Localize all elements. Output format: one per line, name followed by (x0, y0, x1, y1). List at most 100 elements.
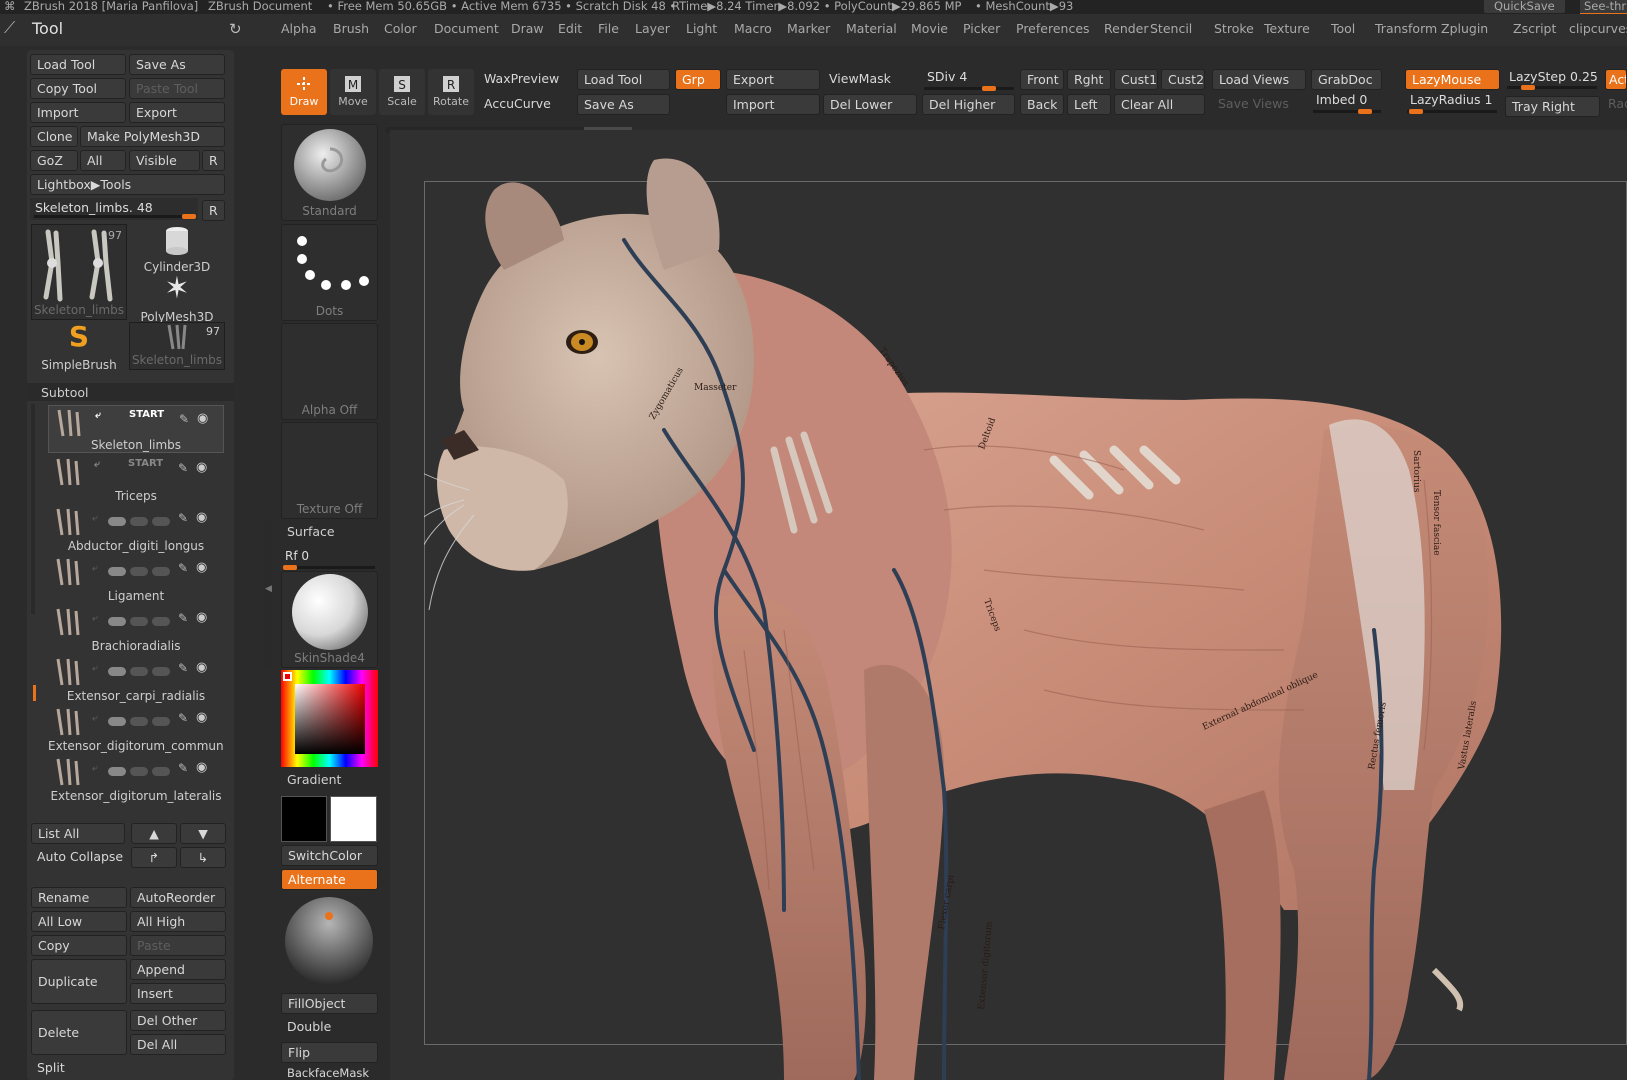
draw-mode-button[interactable]: Draw (281, 69, 327, 115)
scale-mode-button[interactable]: S Scale (379, 69, 425, 115)
menu-draw[interactable]: Draw (511, 21, 544, 36)
toggle-switch[interactable] (152, 517, 170, 526)
grabdoc-button[interactable]: GrabDoc (1311, 69, 1382, 90)
toggle-switch[interactable] (152, 667, 170, 676)
split-button[interactable]: Split (31, 1058, 127, 1079)
duplicate-button[interactable]: Duplicate (31, 959, 127, 1004)
tool-thumb-cylinder[interactable]: Cylinder3D (129, 224, 225, 274)
move-mode-button[interactable]: M Move (330, 69, 376, 115)
menu-picker[interactable]: Picker (963, 21, 1000, 36)
all-low-button[interactable]: All Low (31, 911, 127, 932)
toggle-switch[interactable] (108, 617, 126, 626)
lion-anatomy-model[interactable]: Trapezius Deltoid Triceps Sartorius Tens… (424, 150, 1627, 1080)
eye-visibility-icon[interactable]: ◉ (196, 510, 207, 525)
menu-edit[interactable]: Edit (558, 21, 582, 36)
left-view-button[interactable]: Left (1067, 94, 1111, 115)
menu-color[interactable]: Color (384, 21, 417, 36)
save-as-button[interactable]: Save As (129, 54, 225, 75)
tool-thumb-simplebrush[interactable]: S SimpleBrush (31, 322, 127, 373)
menu-macro[interactable]: Macro (734, 21, 772, 36)
delete-button[interactable]: Delete (31, 1010, 127, 1055)
paste-button[interactable]: Paste (130, 935, 226, 956)
del-all-button[interactable]: Del All (130, 1034, 226, 1055)
save-views-button[interactable]: Save Views (1212, 94, 1306, 115)
subtool-scrollbar[interactable] (31, 404, 35, 614)
eye-visibility-icon[interactable]: ◉ (197, 411, 208, 426)
move-up-button[interactable]: ▲ (131, 823, 177, 844)
sphere-preview[interactable] (281, 893, 378, 990)
activate-button[interactable]: Acti (1605, 69, 1627, 90)
menu-alpha[interactable]: Alpha (281, 21, 317, 36)
quicksave-button[interactable]: QuickSave (1484, 0, 1565, 13)
clear-all-views-button[interactable]: Clear All (1114, 94, 1205, 115)
load-tool-button[interactable]: Load Tool (30, 54, 126, 75)
menu-stroke[interactable]: Stroke (1214, 21, 1254, 36)
imbed-slider[interactable]: Imbed 0 (1311, 92, 1383, 114)
toggle-switch[interactable] (130, 517, 148, 526)
toggle-switch[interactable] (108, 567, 126, 576)
toggle-switch[interactable] (152, 567, 170, 576)
menu-material[interactable]: Material (846, 21, 897, 36)
menu-document[interactable]: Document (434, 21, 499, 36)
shelf-export-button[interactable]: Export (726, 69, 820, 90)
toggle-switch[interactable] (108, 767, 126, 776)
toggle-switch[interactable] (108, 517, 126, 526)
fillobject-button[interactable]: FillObject (281, 993, 378, 1014)
lazymouse-button[interactable]: LazyMouse (1405, 69, 1500, 90)
see-through-slider[interactable]: See-thr (1580, 0, 1627, 15)
secondary-color-swatch[interactable] (330, 796, 377, 842)
brush-edit-icon[interactable]: ✎ (178, 761, 188, 775)
clone-button[interactable]: Clone (30, 126, 78, 147)
main-color-swatch[interactable] (281, 796, 327, 842)
toggle-switch[interactable] (130, 667, 148, 676)
goz-button[interactable]: GoZ (30, 150, 78, 171)
backfacemask-button[interactable]: BackfaceMask (281, 1066, 378, 1080)
cust1-view-button[interactable]: Cust1 (1114, 69, 1158, 90)
toggle-switch[interactable] (130, 617, 148, 626)
surface-button[interactable]: Surface (281, 522, 378, 543)
paste-tool-button[interactable]: Paste Tool (129, 78, 225, 99)
goz-all-button[interactable]: All (80, 150, 126, 171)
shelf-load-tool-button[interactable]: Load Tool (577, 69, 670, 90)
toggle-switch[interactable] (152, 717, 170, 726)
waxpreview-button[interactable]: WaxPreview (478, 69, 578, 90)
brush-edit-icon[interactable]: ✎ (178, 661, 188, 675)
goz-r-button[interactable]: R (202, 150, 225, 171)
load-views-button[interactable]: Load Views (1212, 69, 1306, 90)
subtool-row[interactable]: ⤶ ✎ ◉ Extensor_digitorum_communis (48, 705, 224, 753)
tool-thumb-skeleton[interactable]: Skeleton_limbs 97 (31, 224, 127, 320)
toggle-switch[interactable] (130, 717, 148, 726)
eye-visibility-icon[interactable]: ◉ (196, 460, 207, 475)
menu-render[interactable]: Render (1104, 21, 1149, 36)
subtool-scroll-thumb[interactable] (33, 685, 36, 701)
eye-visibility-icon[interactable]: ◉ (196, 660, 207, 675)
menu-marker[interactable]: Marker (787, 21, 830, 36)
brush-slot[interactable]: Standard (281, 124, 378, 221)
brush-edit-icon[interactable]: ✎ (178, 711, 188, 725)
del-other-button[interactable]: Del Other (130, 1010, 226, 1031)
toggle-switch[interactable] (108, 717, 126, 726)
subtool-row[interactable]: ⤶ START ✎ ◉ Triceps (48, 455, 224, 503)
front-view-button[interactable]: Front (1020, 69, 1064, 90)
grp-button[interactable]: Grp (675, 69, 721, 90)
menu-light[interactable]: Light (686, 21, 717, 36)
skeleton-slider[interactable]: Skeleton_limbs. 48 (30, 198, 198, 220)
menu-clipcurves[interactable]: clipcurves (1569, 21, 1627, 36)
accucurve-button[interactable]: AccuCurve (478, 94, 578, 115)
export-button[interactable]: Export (129, 102, 225, 123)
lazyradius-slider[interactable]: LazyRadius 1 (1405, 92, 1500, 114)
insert-button[interactable]: Insert (130, 983, 226, 1004)
brush-edit-icon[interactable]: ✎ (178, 611, 188, 625)
autoreorder-button[interactable]: AutoReorder (130, 887, 226, 908)
menu-zplugin[interactable]: Zplugin (1441, 21, 1488, 36)
color-picker[interactable] (281, 670, 378, 767)
eye-visibility-icon[interactable]: ◉ (196, 610, 207, 625)
subtool-row[interactable]: ⤶ ✎ ◉ Ligament (48, 555, 224, 603)
flip-button[interactable]: Flip (281, 1042, 378, 1063)
toggle-switch[interactable] (108, 667, 126, 676)
goz-visible-button[interactable]: Visible (129, 150, 200, 171)
tray-divider[interactable]: ◀ (265, 520, 273, 670)
toggle-switch[interactable] (130, 767, 148, 776)
return-arrow-button[interactable]: ↳ (180, 847, 226, 868)
toggle-switch[interactable] (152, 617, 170, 626)
